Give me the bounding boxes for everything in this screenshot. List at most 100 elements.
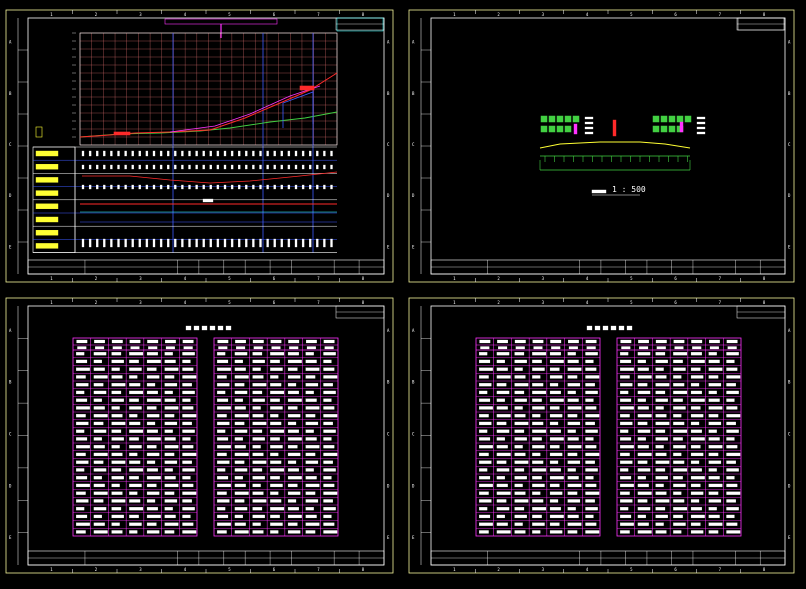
left-vegetation-cluster [548, 115, 556, 123]
border-zone-number: 3 [542, 300, 545, 305]
table-cell-value [479, 499, 492, 503]
table-cell-value [129, 483, 142, 488]
table-cell-value [164, 460, 178, 464]
table-cell-value [146, 514, 161, 519]
table-cell-value [182, 352, 195, 356]
table-cell-value [726, 352, 739, 356]
band-tick [330, 164, 333, 170]
border-zone-number: 7 [317, 12, 320, 17]
border-zone-number: 2 [497, 276, 500, 281]
table-cell-value [690, 514, 705, 519]
band-tick [294, 150, 298, 157]
table-cell-value [111, 445, 120, 449]
table-cell-value [620, 491, 630, 495]
table-cell-value [182, 483, 194, 488]
band-tick [152, 238, 156, 248]
profile-band-label-mark [35, 203, 59, 210]
band-tick [245, 184, 248, 190]
table-cell-value [726, 530, 741, 534]
table-cell-value [567, 483, 582, 488]
table-cell-value [252, 499, 267, 503]
border-zone-number: 2 [95, 276, 98, 281]
border-zone-number: 8 [763, 276, 766, 281]
table-cell-value [708, 530, 719, 534]
table-cell-value [164, 483, 179, 488]
border-zone-letter: A [9, 328, 12, 333]
table-title-glyph [209, 325, 216, 331]
table-cell-value [673, 499, 685, 503]
table-cell-value [305, 383, 319, 387]
table-cell-value [217, 359, 229, 364]
table-cell-value [479, 352, 488, 356]
table-cell-value [567, 445, 582, 449]
table-cell-value [164, 468, 173, 472]
table-cell-value [620, 375, 630, 379]
table-cell-value [655, 445, 664, 449]
table-header-label [498, 346, 508, 350]
band-tick [96, 238, 99, 248]
table-cell-value [252, 507, 263, 511]
border-zone-number: 8 [362, 276, 365, 281]
table-cell-value [726, 421, 736, 426]
table-cell-value [217, 468, 226, 472]
table-cell-value [585, 398, 594, 402]
table-cell-value [532, 383, 544, 387]
table-cell-value [252, 452, 264, 457]
border-zone-letter: B [788, 91, 791, 96]
table-cell-value [93, 514, 102, 519]
band-tick [294, 238, 298, 248]
table-cell-value [270, 429, 285, 433]
table-cell-value [549, 445, 560, 449]
table-cell-value [129, 429, 144, 433]
table-header-label [532, 339, 544, 344]
table-cell-value [217, 530, 227, 534]
band-tick [145, 164, 149, 170]
border-zone-number: 6 [674, 567, 677, 572]
band-tick [159, 238, 163, 248]
table-cell-value [567, 383, 581, 387]
table-cell-value [514, 491, 526, 495]
table-cell-value [270, 499, 282, 503]
table-cell-value [287, 491, 301, 495]
table-header-label [726, 339, 738, 344]
table-cell-value [637, 522, 649, 526]
table-cell-value [496, 406, 508, 410]
table-cell-value [323, 522, 335, 526]
table-cell-value [146, 421, 156, 426]
table-cell-value [549, 522, 560, 526]
table-header-label [129, 339, 141, 344]
table-cell-value [305, 359, 317, 364]
table-cell-value [514, 406, 523, 410]
table-title-glyph [225, 325, 232, 331]
table-header-label [165, 339, 176, 344]
table-cell-value [146, 437, 161, 441]
table-cell-value [129, 406, 142, 410]
table-cell-value [270, 398, 280, 402]
table-cell-value [496, 468, 510, 472]
table-cell-value [532, 414, 541, 418]
band-tick [216, 238, 220, 248]
border-zone-letter: B [412, 380, 415, 385]
cad-drawing-canvas[interactable]: 1 1 2 2 3 3 4 4 5 5 6 6 7 7 8 8 A A B B C C D D E E 1 1 2 2 3 3 4 4 5 5 6 6 7… [0, 0, 806, 589]
table-cell-value [217, 375, 227, 379]
table-cell-value [585, 483, 597, 488]
table-cell-value [726, 460, 736, 464]
band-tick [259, 238, 262, 248]
band-tick [117, 238, 120, 248]
table-cell-value [234, 390, 248, 395]
table-cell-value [182, 499, 192, 503]
table-cell-value [655, 499, 670, 503]
table-cell-value [690, 383, 700, 387]
border-zone-number: 7 [719, 567, 722, 572]
table-cell-value [496, 367, 508, 371]
table-cell-value [620, 352, 629, 356]
table-cell-value [655, 476, 668, 480]
table-cell-value [129, 414, 138, 418]
table-cell-value [270, 514, 280, 519]
table-cell-value [93, 352, 107, 356]
table-cell-value [655, 406, 664, 410]
table-cell-value [655, 460, 670, 464]
border-zone-number: 8 [362, 567, 365, 572]
table-cell-value [270, 483, 283, 488]
table-cell-value [323, 530, 338, 534]
